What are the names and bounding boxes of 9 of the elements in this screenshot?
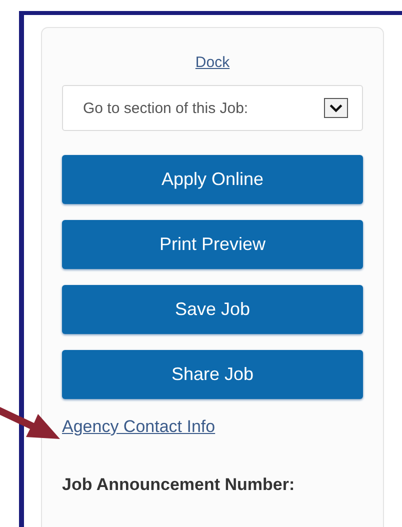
action-button[interactable]: Apply Online <box>62 155 363 204</box>
action-button[interactable]: Save Job <box>62 285 363 334</box>
contact-link[interactable]: Agency Contact Info <box>62 417 216 437</box>
dock-link[interactable]: Dock <box>195 54 230 71</box>
section-select-field[interactable]: Go to section of this Job: <box>62 85 363 131</box>
action-button[interactable]: Share Job <box>62 350 363 399</box>
action-button[interactable]: Print Preview <box>62 220 363 269</box>
section-heading: Job Announcement Number: <box>62 475 296 495</box>
chevron-down-icon <box>324 98 348 118</box>
